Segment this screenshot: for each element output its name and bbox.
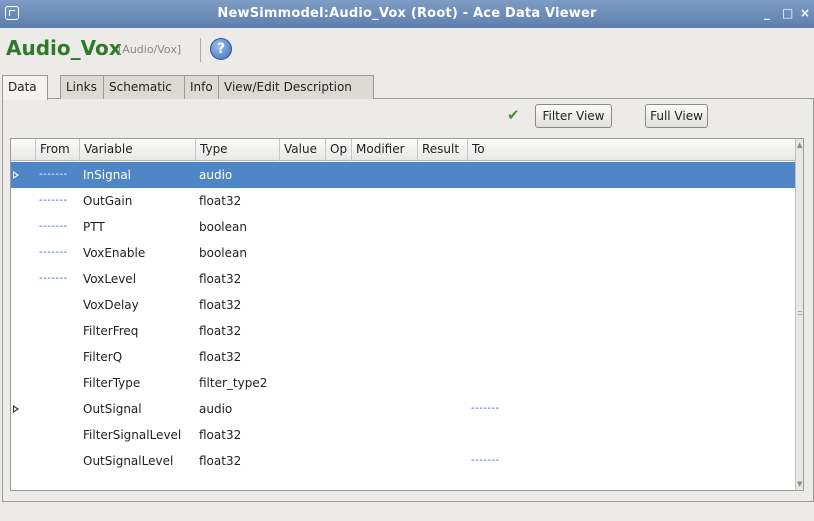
table-row[interactable]: FilterFreq float32 <box>11 318 797 344</box>
object-path: [Audio/Vox] <box>118 43 182 56</box>
cell-from: ------- <box>39 169 68 180</box>
cell-to: ------- <box>471 403 500 414</box>
cell-type: float32 <box>199 194 242 208</box>
filter-view-button[interactable]: Filter View <box>535 104 612 128</box>
column-header-value[interactable]: Value <box>279 139 325 161</box>
scroll-up-arrow-icon[interactable]: ▲ <box>797 141 802 149</box>
cell-from <box>35 370 39 396</box>
cell-type: float32 <box>199 298 242 312</box>
cell-from: ------- <box>39 195 68 206</box>
column-header-modifier[interactable]: Modifier <box>351 139 417 161</box>
cell-variable: FilterQ <box>83 350 123 364</box>
cell-from <box>35 318 39 344</box>
cell-from: ------- <box>39 247 68 258</box>
cell-variable: InSignal <box>83 168 132 182</box>
cell-variable: FilterSignalLevel <box>83 428 182 442</box>
cell-to <box>467 370 471 396</box>
column-header-type[interactable]: Type <box>195 139 279 161</box>
object-header: Audio_Vox [Audio/Vox] ? <box>0 28 814 70</box>
cell-type: audio <box>199 168 233 182</box>
table-row[interactable]: ------- VoxEnable boolean <box>11 240 797 266</box>
cell-variable: VoxLevel <box>83 272 137 286</box>
cell-to <box>467 422 471 448</box>
column-header-from[interactable]: From <box>35 139 79 161</box>
object-name: Audio_Vox <box>6 36 122 60</box>
table-row[interactable]: ------- PTT boolean <box>11 214 797 240</box>
tab-schematic[interactable]: Schematic <box>103 75 185 99</box>
minimize-button[interactable]: _ <box>764 6 770 20</box>
cell-type: float32 <box>199 454 242 468</box>
cell-to <box>467 344 471 370</box>
expand-arrow-icon[interactable] <box>13 405 19 413</box>
cell-variable: FilterFreq <box>83 324 139 338</box>
table-row[interactable]: FilterSignalLevel float32 <box>11 422 797 448</box>
cell-from <box>35 344 39 370</box>
scroll-grip-icon[interactable] <box>798 311 802 315</box>
cell-from: ------- <box>39 273 68 284</box>
cell-type: boolean <box>199 220 247 234</box>
tab-view-edit-description[interactable]: View/Edit Description <box>218 75 374 99</box>
column-header-result[interactable]: Result <box>417 139 467 161</box>
expand-arrow-icon[interactable] <box>13 171 19 179</box>
tab-data[interactable]: Data <box>2 75 48 100</box>
maximize-button[interactable]: □ <box>782 6 793 20</box>
cell-from <box>35 396 39 422</box>
variables-table[interactable]: From Variable Type Value Op Modifier Res… <box>10 138 804 491</box>
window-title: NewSimmodel:Audio_Vox (Root) - Ace Data … <box>217 6 597 21</box>
cell-variable: OutSignalLevel <box>83 454 174 468</box>
cell-to <box>467 318 471 344</box>
table-row[interactable]: FilterQ float32 <box>11 344 797 370</box>
cell-type: float32 <box>199 324 242 338</box>
cell-from: ------- <box>39 221 68 232</box>
cell-to <box>467 240 471 266</box>
cell-variable: PTT <box>83 220 105 234</box>
table-row[interactable]: ------- InSignal audio <box>11 162 797 188</box>
cell-to <box>467 188 471 214</box>
cell-to: ------- <box>471 455 500 466</box>
close-button[interactable]: × <box>800 6 810 20</box>
full-view-button[interactable]: Full View <box>645 104 708 128</box>
help-button[interactable]: ? <box>210 38 232 60</box>
cell-to <box>467 292 471 318</box>
cell-type: float32 <box>199 350 242 364</box>
table-row[interactable]: OutSignal audio ------- <box>11 396 797 422</box>
cell-type: audio <box>199 402 233 416</box>
window-title-bar[interactable]: NewSimmodel:Audio_Vox (Root) - Ace Data … <box>0 0 814 28</box>
cell-from <box>35 422 39 448</box>
tab-links[interactable]: Links <box>60 75 104 99</box>
cell-variable: OutSignal <box>83 402 142 416</box>
tab-info[interactable]: Info <box>184 75 219 99</box>
cell-to <box>467 214 471 240</box>
vertical-scrollbar[interactable]: ▲ ▼ <box>795 139 803 490</box>
cell-type: filter_type2 <box>199 376 268 390</box>
column-header-variable[interactable]: Variable <box>79 139 195 161</box>
cell-type: float32 <box>199 272 242 286</box>
cell-variable: OutGain <box>83 194 133 208</box>
cell-type: boolean <box>199 246 247 260</box>
table-row[interactable]: FilterType filter_type2 <box>11 370 797 396</box>
table-row[interactable]: VoxDelay float32 <box>11 292 797 318</box>
cell-from <box>35 448 39 474</box>
cell-to <box>467 266 471 292</box>
table-row[interactable]: ------- VoxLevel float32 <box>11 266 797 292</box>
table-header: From Variable Type Value Op Modifier Res… <box>11 139 797 161</box>
table-row[interactable]: ------- OutGain float32 <box>11 188 797 214</box>
cell-variable: VoxEnable <box>83 246 146 260</box>
scroll-down-arrow-icon[interactable]: ▼ <box>797 480 802 488</box>
table-row[interactable]: OutSignalLevel float32 ------- <box>11 448 797 474</box>
column-header-op[interactable]: Op <box>325 139 351 161</box>
cell-variable: FilterType <box>83 376 141 390</box>
cell-from <box>35 292 39 318</box>
header-divider <box>200 38 201 62</box>
status-bar <box>0 503 814 521</box>
column-header-to[interactable]: To <box>467 139 797 161</box>
cell-to <box>467 162 471 188</box>
cell-variable: VoxDelay <box>83 298 139 312</box>
cell-type: float32 <box>199 428 242 442</box>
check-icon: ✔ <box>507 106 520 124</box>
